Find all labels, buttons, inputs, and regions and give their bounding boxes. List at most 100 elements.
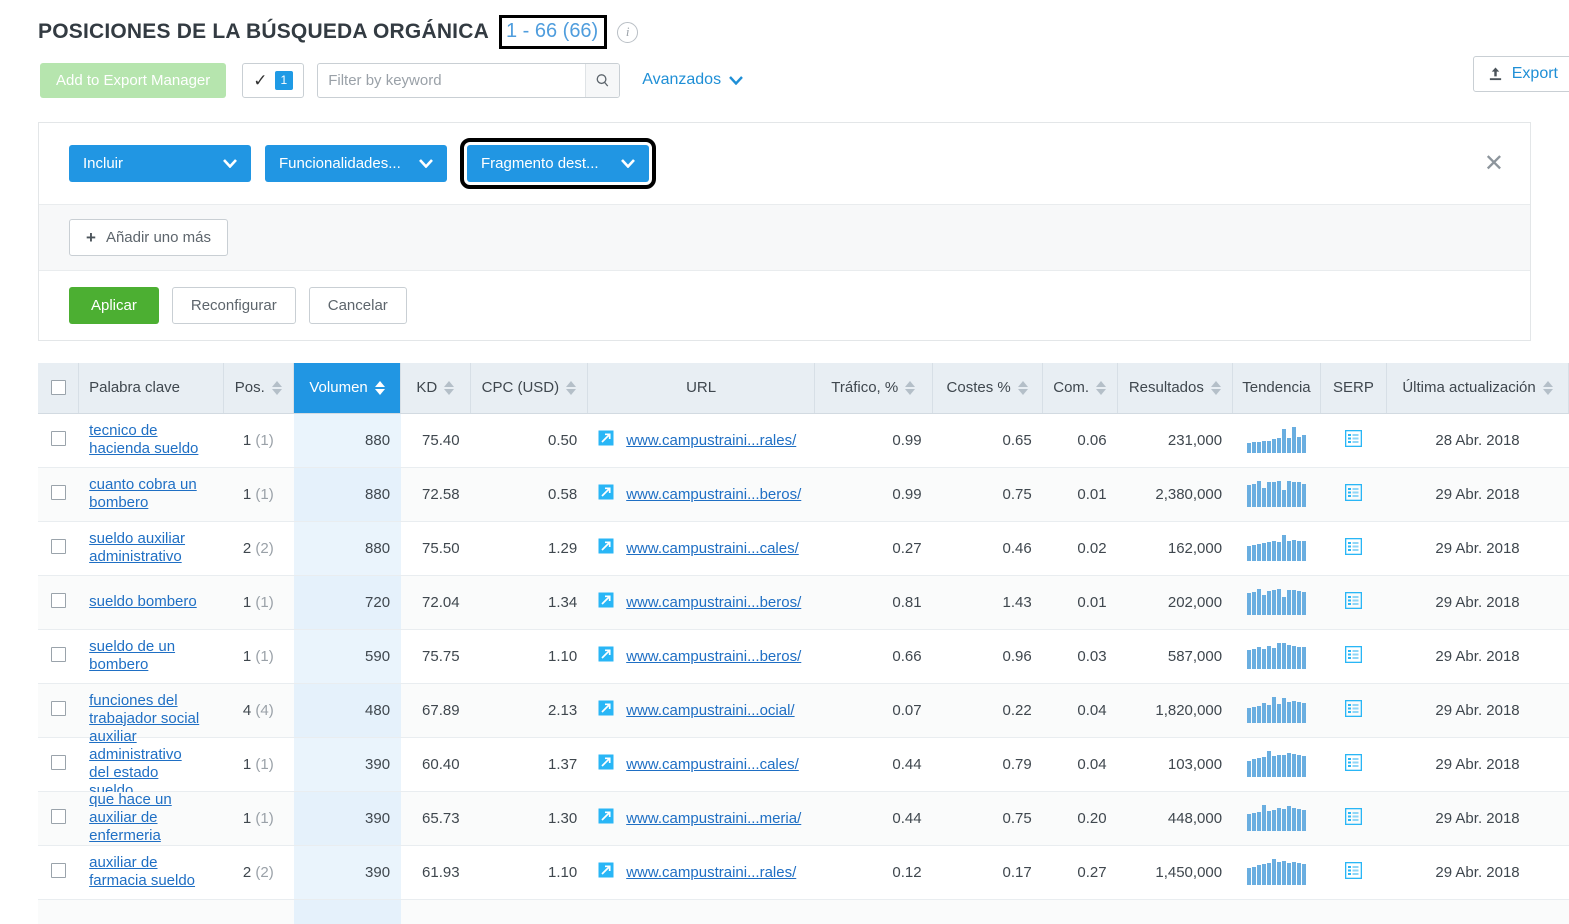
close-filter-panel-icon[interactable]: ✕ bbox=[1484, 151, 1504, 176]
row-select-cell[interactable] bbox=[38, 845, 79, 900]
serp-cell[interactable] bbox=[1320, 629, 1387, 684]
serp-cell[interactable] bbox=[1320, 791, 1387, 846]
keyword-link[interactable]: auxiliar administrativo del estado sueld… bbox=[89, 728, 204, 800]
row-select-cell[interactable] bbox=[38, 629, 79, 684]
url-link[interactable]: www.campustraini...beros/ bbox=[626, 648, 801, 665]
costs-cell: 0.65 bbox=[932, 413, 1043, 468]
th-keyword[interactable]: Palabra clave bbox=[78, 363, 224, 414]
table-row[interactable]: que hace un auxiliar de enfermeria 1 (1) 3… bbox=[38, 791, 1569, 846]
keyword-link[interactable]: sueldo auxiliar administrativo bbox=[89, 530, 204, 566]
url-link[interactable]: www.campustraini...rales/ bbox=[626, 432, 796, 449]
serp-cell[interactable] bbox=[1320, 413, 1387, 468]
url-link[interactable]: www.campustraini...meria/ bbox=[626, 810, 801, 827]
row-select-cell[interactable] bbox=[38, 413, 79, 468]
keyword-link[interactable]: sueldo bombero bbox=[89, 593, 204, 611]
url-link[interactable]: www.campustraini...ocial/ bbox=[626, 702, 794, 719]
external-link-button[interactable] bbox=[598, 484, 614, 504]
external-link-button[interactable] bbox=[598, 754, 614, 774]
row-select-cell[interactable] bbox=[38, 791, 79, 846]
external-link-button[interactable] bbox=[598, 538, 614, 558]
th-kd[interactable]: KD bbox=[400, 363, 471, 414]
url-link[interactable]: www.campustraini...cales/ bbox=[626, 540, 799, 557]
select-all-checkbox[interactable] bbox=[50, 380, 66, 396]
serp-cell[interactable] bbox=[1320, 521, 1387, 576]
results-cell: 231,000 bbox=[1117, 413, 1233, 468]
advanced-toggle[interactable]: Avanzados bbox=[642, 71, 743, 89]
apply-button[interactable]: Aplicar bbox=[69, 287, 159, 324]
export-button[interactable]: Export bbox=[1472, 56, 1569, 92]
filter-dropdown-incluir[interactable]: Incluir bbox=[69, 145, 251, 182]
table-row[interactable]: sueldo auxiliar administrativo 2 (2) 880 75… bbox=[38, 521, 1569, 576]
table-row[interactable]: cuanto cobra un bombero 1 (1) 880 72.58 0.58… bbox=[38, 467, 1569, 522]
row-select-cell[interactable] bbox=[38, 737, 79, 792]
th-updated[interactable]: Última actualización bbox=[1386, 363, 1569, 414]
table-row[interactable]: auxiliar administrativo del estado sueld… bbox=[38, 728, 1569, 799]
row-checkbox[interactable] bbox=[50, 592, 66, 608]
url-link[interactable]: www.campustraini...rales/ bbox=[626, 864, 796, 881]
external-link-button[interactable] bbox=[598, 430, 614, 450]
cancel-button[interactable]: Cancelar bbox=[308, 287, 407, 324]
th-volume[interactable]: Volumen bbox=[293, 363, 402, 414]
filter-dropdown-fragmento-destacado[interactable]: Fragmento dest... bbox=[460, 138, 656, 189]
external-link-button[interactable] bbox=[598, 862, 614, 882]
url-link[interactable]: www.campustraini...beros/ bbox=[626, 594, 801, 611]
serp-cell[interactable] bbox=[1320, 683, 1387, 738]
th-results[interactable]: Resultados bbox=[1117, 363, 1234, 414]
url-link[interactable]: www.campustraini...beros/ bbox=[626, 486, 801, 503]
serp-icon bbox=[1344, 645, 1363, 663]
volume-cell: 880 bbox=[293, 521, 401, 576]
th-traffic[interactable]: Tráfico, % bbox=[814, 363, 933, 414]
keyword-link[interactable]: auxiliar de farmacia sueldo bbox=[89, 854, 204, 890]
add-to-export-manager-button[interactable]: Add to Export Manager bbox=[40, 62, 227, 98]
row-select-cell[interactable] bbox=[38, 575, 79, 630]
table-row[interactable]: auxiliar de farmacia sueldo 2 (2) 390 61.93… bbox=[38, 845, 1569, 900]
row-checkbox[interactable] bbox=[50, 646, 66, 662]
cpc-cell: 1.30 bbox=[470, 791, 588, 846]
serp-cell[interactable] bbox=[1320, 467, 1387, 522]
th-cpc[interactable]: CPC (USD) bbox=[470, 363, 589, 414]
th-com[interactable]: Com. bbox=[1042, 363, 1118, 414]
external-link-button[interactable] bbox=[598, 646, 614, 666]
selection-dropdown[interactable]: ✓ 1 bbox=[242, 62, 305, 98]
row-checkbox[interactable] bbox=[50, 538, 66, 554]
serp-cell[interactable] bbox=[1320, 845, 1387, 900]
row-select-cell[interactable] bbox=[38, 467, 79, 522]
reconfigure-button[interactable]: Reconfigurar bbox=[171, 287, 296, 324]
row-checkbox[interactable] bbox=[50, 754, 66, 770]
keyword-link[interactable]: cuanto cobra un bombero bbox=[89, 476, 204, 512]
url-link[interactable]: www.campustraini...cales/ bbox=[626, 756, 799, 773]
row-checkbox[interactable] bbox=[50, 862, 66, 878]
table-row[interactable]: funciones del trabajador social 4 (4) 480 6… bbox=[38, 683, 1569, 738]
add-one-more-button[interactable]: + Añadir uno más bbox=[69, 219, 228, 256]
keyword-link[interactable]: sueldo de un bombero bbox=[89, 638, 204, 674]
info-icon[interactable]: i bbox=[617, 21, 639, 43]
serp-cell[interactable] bbox=[1320, 575, 1387, 630]
serp-cell[interactable] bbox=[1320, 737, 1387, 792]
keyword-link[interactable]: funciones del trabajador social bbox=[89, 692, 204, 728]
external-link-button[interactable] bbox=[598, 808, 614, 828]
keyword-link[interactable]: que hace un auxiliar de enfermeria bbox=[89, 791, 204, 845]
th-position-label: Pos. bbox=[234, 379, 265, 397]
keyword-link[interactable]: tecnico de hacienda sueldo bbox=[89, 422, 204, 458]
th-position[interactable]: Pos. bbox=[223, 363, 295, 414]
external-link-icon bbox=[598, 808, 614, 824]
filter-dropdown-funcionalidades[interactable]: Funcionalidades... bbox=[265, 145, 447, 182]
th-costs[interactable]: Costes % bbox=[932, 363, 1043, 414]
table-row-partial[interactable] bbox=[38, 899, 1569, 924]
search-button[interactable] bbox=[585, 63, 620, 97]
position-current: 2 bbox=[242, 539, 252, 557]
row-select-cell[interactable] bbox=[38, 683, 79, 738]
row-checkbox[interactable] bbox=[50, 430, 66, 446]
row-checkbox[interactable] bbox=[50, 484, 66, 500]
table-row[interactable]: sueldo de un bombero 1 (1) 590 75.75 1.10 www… bbox=[38, 629, 1569, 684]
search-input[interactable] bbox=[318, 63, 586, 97]
table-row[interactable]: sueldo bombero 1 (1) 720 72.04 1.34 www.campu… bbox=[38, 575, 1569, 630]
external-link-button[interactable] bbox=[598, 592, 614, 612]
row-checkbox[interactable] bbox=[50, 700, 66, 716]
row-checkbox[interactable] bbox=[50, 808, 66, 824]
th-select-all[interactable] bbox=[38, 363, 80, 414]
table-row[interactable]: tecnico de hacienda sueldo 1 (1) 880 75.40 0… bbox=[38, 413, 1569, 468]
row-select-cell[interactable] bbox=[38, 521, 79, 576]
add-one-more-label: Añadir uno más bbox=[105, 229, 211, 246]
external-link-button[interactable] bbox=[598, 700, 614, 720]
